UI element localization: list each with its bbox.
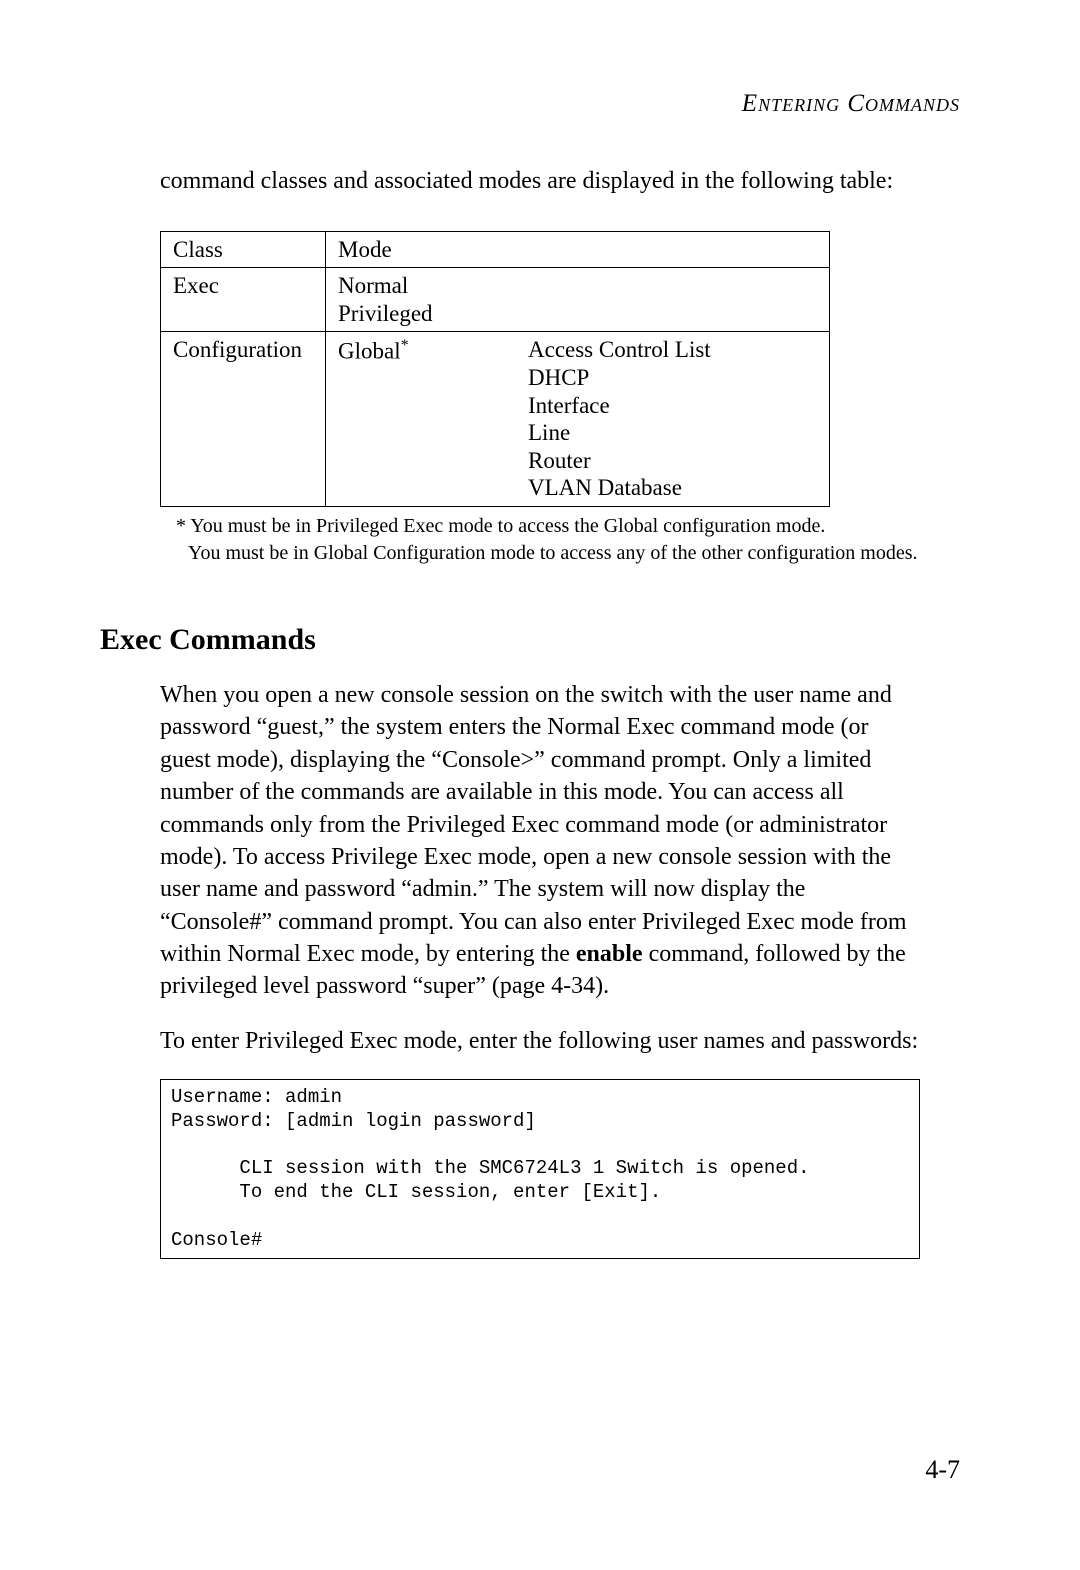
mode-line: Line [528,419,711,447]
cell-mode-configuration: Global* Access Control List DHCP Interfa… [326,332,830,507]
running-header: Entering Commands [742,90,960,118]
mode-dhcp: DHCP [528,364,711,392]
asterisk-icon: * [401,337,409,354]
page-number: 4-7 [925,1455,960,1485]
mode-privileged: Privileged [338,300,819,328]
th-mode: Mode [326,231,830,268]
mode-router: Router [528,447,711,475]
console-output: Username: admin Password: [admin login p… [160,1079,920,1259]
cell-class-configuration: Configuration [161,332,326,507]
bold-enable: enable [576,941,643,967]
exec-paragraph-2: To enter Privileged Exec mode, enter the… [160,1025,920,1057]
intro-paragraph: command classes and associated modes are… [160,165,920,199]
exec-paragraph-1: When you open a new console session on t… [160,679,920,1003]
mode-normal: Normal [338,272,819,300]
mode-vlan: VLAN Database [528,474,711,502]
section-heading-exec-commands: Exec Commands [100,623,920,657]
mode-acl: Access Control List [528,336,711,364]
table-row: Configuration Global* Access Control Lis… [161,332,830,507]
table-footnote: * You must be in Privileged Exec mode to… [176,513,920,567]
mode-global: Global* [338,336,478,365]
command-modes-table: Class Mode Exec Normal Privileged Config… [160,231,830,507]
page-content: command classes and associated modes are… [160,165,920,1259]
th-class: Class [161,231,326,268]
cell-class-exec: Exec [161,268,326,332]
table-header-row: Class Mode [161,231,830,268]
table-row: Exec Normal Privileged [161,268,830,332]
cell-mode-exec: Normal Privileged [326,268,830,332]
footnote-star-icon: * [176,515,186,537]
mode-interface: Interface [528,392,711,420]
